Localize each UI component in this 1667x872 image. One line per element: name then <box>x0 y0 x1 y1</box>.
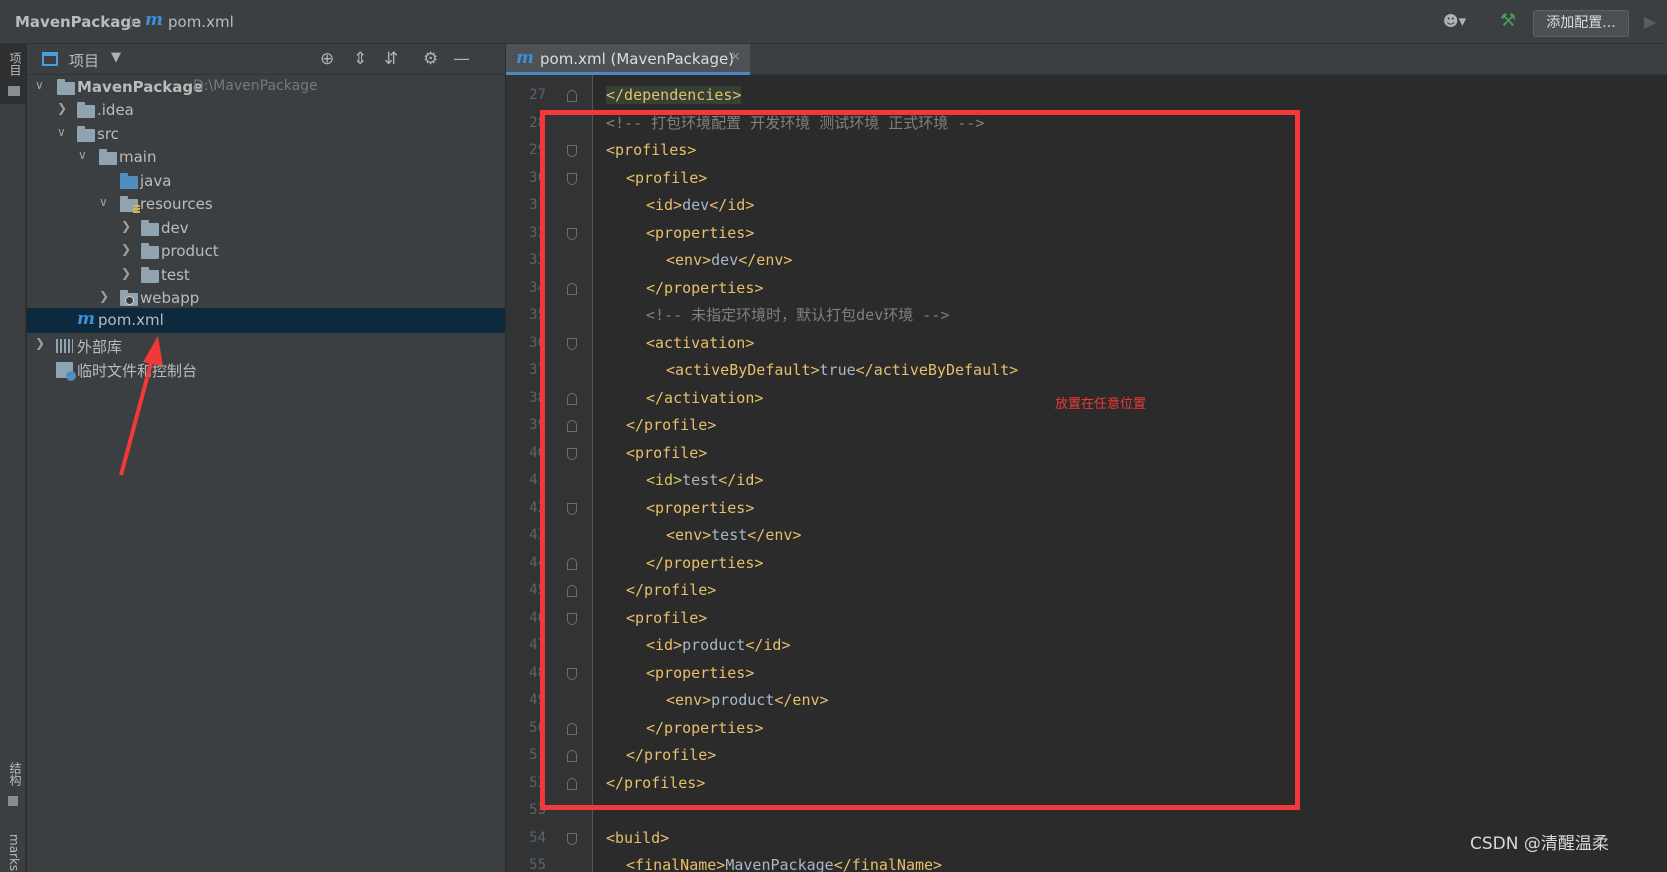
arrow-head <box>143 336 163 366</box>
annotation-arrow <box>119 336 163 476</box>
watermark: CSDN @清醒温柔 <box>1470 834 1609 854</box>
arrow-shaft <box>119 351 156 476</box>
